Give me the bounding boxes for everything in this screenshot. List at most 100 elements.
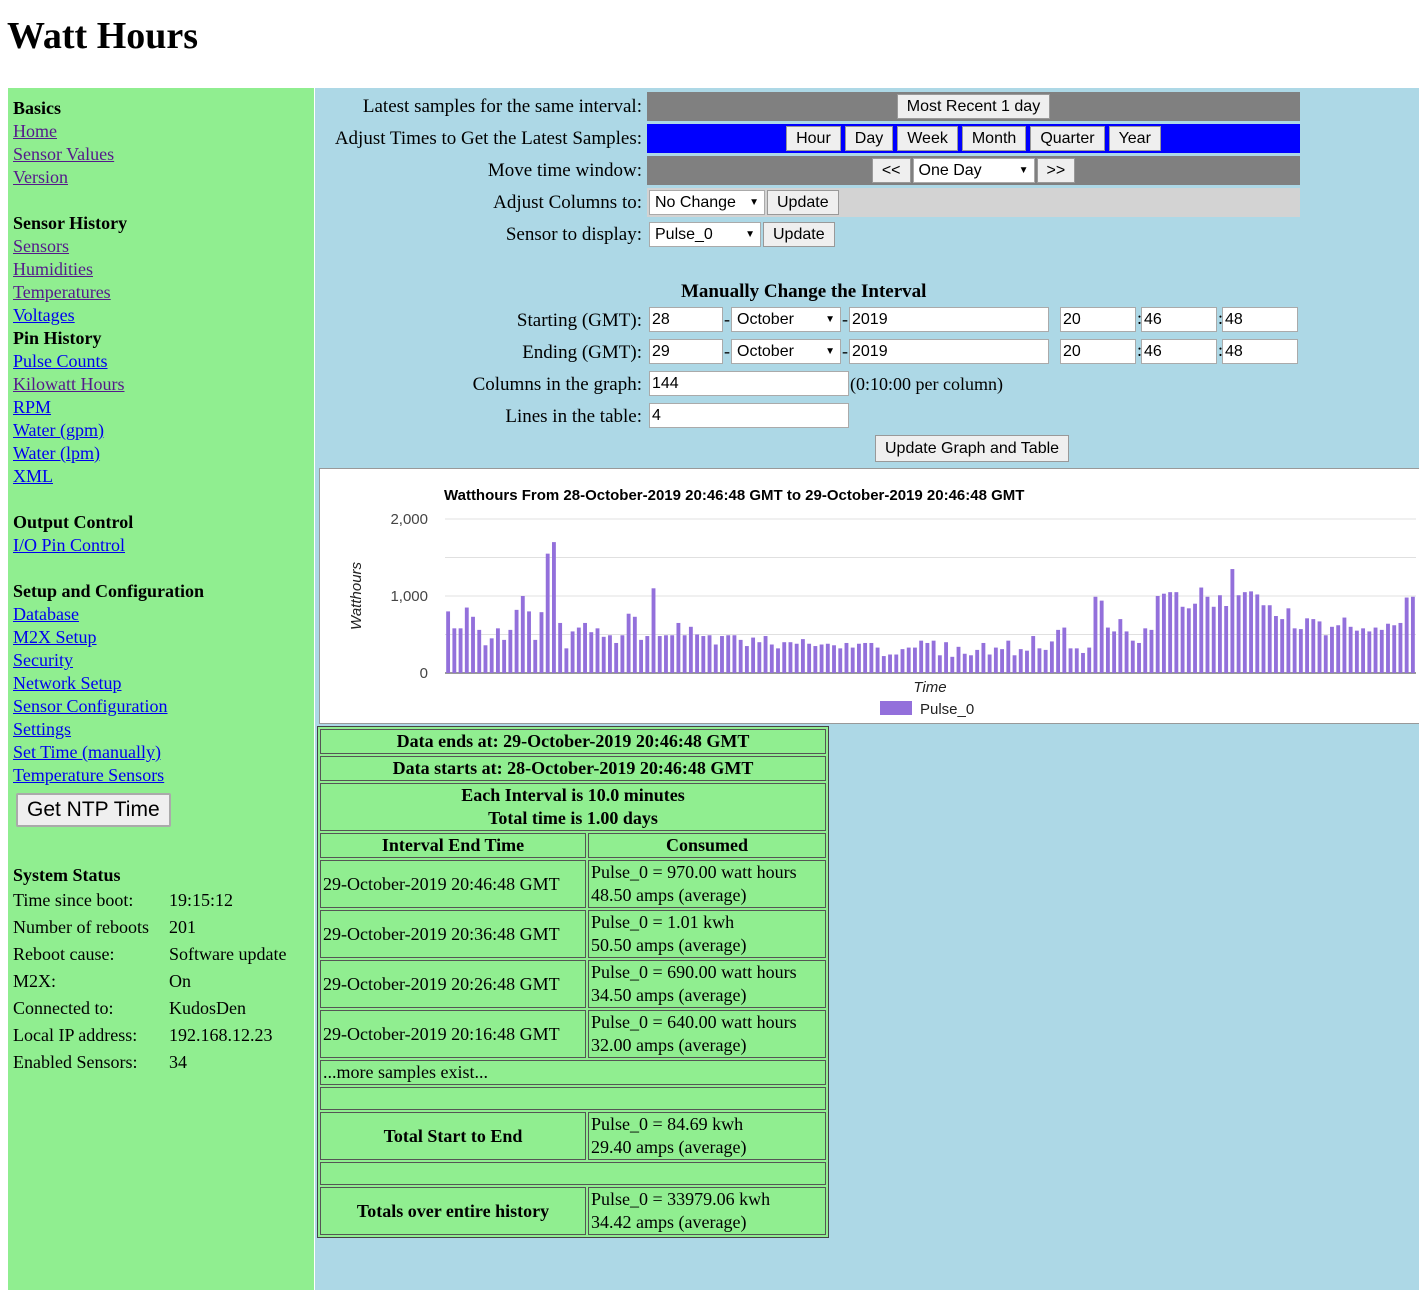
get-ntp-time-button[interactable]: Get NTP Time xyxy=(16,793,171,827)
legend-label: Pulse_0 xyxy=(920,701,974,718)
start-day-input[interactable]: 28 xyxy=(649,307,723,332)
most-recent-button[interactable]: Most Recent 1 day xyxy=(896,94,1051,119)
amps-line: 48.50 amps (average) xyxy=(591,885,747,905)
start-minute-input[interactable]: 46 xyxy=(1141,307,1217,332)
move-next-button[interactable]: >> xyxy=(1036,158,1076,183)
bar xyxy=(782,642,787,673)
bar xyxy=(483,645,488,673)
nav-voltages[interactable]: Voltages xyxy=(8,304,314,327)
end-month-select[interactable]: October ▼ xyxy=(731,339,841,364)
end-second-input[interactable]: 48 xyxy=(1222,339,1298,364)
month-button[interactable]: Month xyxy=(961,126,1027,151)
header-consumed: Consumed xyxy=(588,833,826,858)
nav-io-pin-control[interactable]: I/O Pin Control xyxy=(8,534,314,557)
start-year-input[interactable]: 2019 xyxy=(849,307,1049,332)
bar xyxy=(1280,619,1285,673)
section-sensor-history: Sensor History xyxy=(13,213,128,233)
bar xyxy=(713,644,718,673)
bar xyxy=(1211,606,1216,673)
bar xyxy=(769,644,774,673)
nav-sensors[interactable]: Sensors xyxy=(8,235,314,258)
nav-temperatures[interactable]: Temperatures xyxy=(8,281,314,304)
ending-label: Ending (GMT): xyxy=(522,342,642,363)
start-second-input[interactable]: 48 xyxy=(1222,307,1298,332)
nav-network-setup[interactable]: Network Setup xyxy=(8,672,314,695)
nav-home[interactable]: Home xyxy=(8,120,314,143)
nav-version[interactable]: Version xyxy=(8,166,314,189)
bar xyxy=(726,635,731,673)
bar xyxy=(975,649,980,673)
update-graph-table-button[interactable]: Update Graph and Table xyxy=(875,435,1070,462)
sensor-select[interactable]: Pulse_0 ▼ xyxy=(649,222,761,247)
hour-button[interactable]: Hour xyxy=(786,126,841,151)
nav-kilowatt-hours[interactable]: Kilowatt Hours xyxy=(8,373,314,396)
bar xyxy=(1087,647,1092,673)
table-row: 29-October-2019 20:16:48 GMT Pulse_0 = 6… xyxy=(320,1010,826,1058)
day-button[interactable]: Day xyxy=(844,126,894,151)
nav-temperature-sensors[interactable]: Temperature Sensors xyxy=(8,764,314,787)
legend-swatch xyxy=(880,701,912,715)
nav-m2x-setup[interactable]: M2X Setup xyxy=(8,626,314,649)
end-year-input[interactable]: 2019 xyxy=(849,339,1049,364)
bar xyxy=(1043,649,1048,673)
nav-sensor-values[interactable]: Sensor Values xyxy=(8,143,314,166)
nav-rpm[interactable]: RPM xyxy=(8,396,314,419)
nav-set-time[interactable]: Set Time (manually) xyxy=(8,741,314,764)
bar xyxy=(937,655,942,673)
bar xyxy=(1236,595,1241,673)
nav-humidities[interactable]: Humidities xyxy=(8,258,314,281)
year-button[interactable]: Year xyxy=(1108,126,1161,151)
status-value: 19:15:12 xyxy=(169,890,234,910)
nav-water-gpm[interactable]: Water (gpm) xyxy=(8,419,314,442)
y-tick-label: 0 xyxy=(420,665,428,682)
nav-database[interactable]: Database xyxy=(8,603,314,626)
bar xyxy=(564,648,569,673)
status-value: 201 xyxy=(169,917,196,937)
bar xyxy=(751,637,756,673)
bar xyxy=(1354,630,1359,673)
bar xyxy=(595,628,600,673)
window-size-select[interactable]: One Day ▼ xyxy=(912,158,1035,183)
graph-columns-input[interactable]: 144 xyxy=(649,371,849,396)
nav-xml[interactable]: XML xyxy=(8,465,314,488)
nav-sensor-configuration[interactable]: Sensor Configuration xyxy=(8,695,314,718)
move-prev-button[interactable]: << xyxy=(871,158,911,183)
dash-separator: - xyxy=(724,309,730,329)
nav-pulse-counts[interactable]: Pulse Counts xyxy=(8,350,314,373)
columns-select-value: No Change xyxy=(655,193,736,211)
data-table: Data ends at: 29-October-2019 20:46:48 G… xyxy=(317,726,829,1238)
nav-security[interactable]: Security xyxy=(8,649,314,672)
table-row: 29-October-2019 20:26:48 GMT Pulse_0 = 6… xyxy=(320,960,826,1008)
start-hour-input[interactable]: 20 xyxy=(1060,307,1136,332)
status-row: M2X: On xyxy=(13,968,314,995)
bar xyxy=(1255,594,1260,673)
table-lines-input[interactable]: 4 xyxy=(649,403,849,428)
quarter-button[interactable]: Quarter xyxy=(1030,126,1105,151)
bar xyxy=(1006,640,1011,673)
latest-samples-label: Latest samples for the same interval: xyxy=(362,96,642,117)
bar xyxy=(626,613,631,673)
end-day-input[interactable]: 29 xyxy=(649,339,723,364)
start-month-select[interactable]: October ▼ xyxy=(731,307,841,332)
end-hour-input[interactable]: 20 xyxy=(1060,339,1136,364)
week-button[interactable]: Week xyxy=(897,126,958,151)
bar xyxy=(744,646,749,673)
bar xyxy=(1361,628,1366,673)
nav-water-lpm[interactable]: Water (lpm) xyxy=(8,442,314,465)
columns-select[interactable]: No Change ▼ xyxy=(649,190,765,215)
columns-update-button[interactable]: Update xyxy=(767,190,839,215)
bar xyxy=(545,553,550,673)
section-pin-history: Pin History xyxy=(13,328,102,348)
bar xyxy=(583,622,587,673)
end-minute-input[interactable]: 46 xyxy=(1141,339,1217,364)
sensor-update-button[interactable]: Update xyxy=(763,222,835,247)
bar xyxy=(794,643,799,673)
dash-separator: - xyxy=(842,309,848,329)
bar xyxy=(508,629,513,673)
bar xyxy=(788,642,793,673)
bar xyxy=(850,647,855,673)
bar xyxy=(1379,629,1384,673)
nav-settings[interactable]: Settings xyxy=(8,718,314,741)
total-consumed-line: Pulse_0 = 84.69 kwh xyxy=(591,1114,744,1134)
bar xyxy=(1261,605,1266,673)
